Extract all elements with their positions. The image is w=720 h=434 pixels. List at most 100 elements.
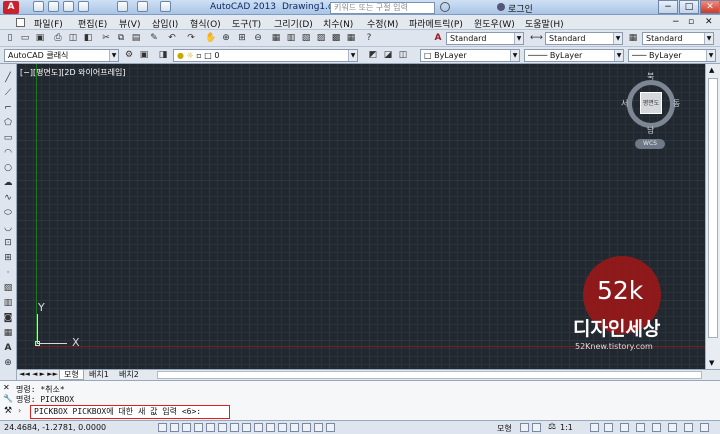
horizontal-scrollbar[interactable]: [157, 371, 702, 379]
insert-block-icon[interactable]: ⊡: [2, 237, 14, 249]
viewcube[interactable]: 평면도 북 남 서 동: [621, 71, 681, 136]
redo-icon[interactable]: ↷: [185, 32, 197, 44]
dim-style-icon[interactable]: ⟷: [530, 32, 543, 44]
table-style-icon[interactable]: ▦: [627, 32, 639, 44]
clean-screen-icon[interactable]: [700, 423, 709, 432]
gear-icon[interactable]: ⚙: [123, 49, 135, 61]
viewcube-south[interactable]: 남: [647, 125, 654, 136]
zoom-realtime-icon[interactable]: ⊕: [220, 32, 232, 44]
table-style-select[interactable]: Standard ▼: [642, 32, 714, 45]
drawing-canvas[interactable]: [−][평면도][2D 와이어프레임] Y X 평면도 북 남 서 동 WCS …: [17, 64, 705, 369]
menu-file[interactable]: 파일(F): [34, 17, 63, 30]
isolate-objects-icon[interactable]: [668, 423, 677, 432]
chevron-down-icon[interactable]: ▼: [614, 50, 623, 61]
quick-view-layouts-icon[interactable]: [520, 423, 529, 432]
revision-cloud-icon[interactable]: ☁: [2, 177, 14, 189]
menu-window[interactable]: 윈도우(W): [474, 17, 515, 30]
cut-icon[interactable]: ✂: [100, 32, 112, 44]
menu-draw[interactable]: 그리기(D): [274, 17, 313, 30]
login-label[interactable]: 로그인: [508, 2, 533, 15]
properties-icon[interactable]: ▦: [270, 32, 282, 44]
undo-icon[interactable]: ↶: [166, 32, 178, 44]
layer-state-icon[interactable]: ◫: [397, 49, 409, 61]
mtext-icon[interactable]: A: [2, 342, 14, 354]
close-button[interactable]: ✕: [700, 0, 720, 14]
open-icon[interactable]: ▭: [19, 32, 31, 44]
qat-save-icon[interactable]: [63, 1, 74, 12]
color-select[interactable]: □ ByLayer ▼: [420, 49, 520, 62]
object-snap-tracking-toggle[interactable]: [242, 423, 251, 432]
menu-minimize-icon[interactable]: −: [672, 17, 680, 27]
chevron-down-icon[interactable]: ▼: [613, 33, 622, 44]
scroll-up-icon[interactable]: ▲: [709, 66, 714, 74]
scroll-thumb[interactable]: [708, 78, 718, 338]
chevron-down-icon[interactable]: ▼: [109, 50, 118, 61]
pan-icon[interactable]: ✋: [205, 32, 217, 44]
save-icon[interactable]: ▣: [34, 32, 46, 44]
match-properties-icon[interactable]: ✎: [148, 32, 160, 44]
chevron-down-icon[interactable]: ▼: [510, 50, 519, 61]
region-icon[interactable]: ◙: [2, 312, 14, 324]
new-icon[interactable]: ▯: [4, 32, 16, 44]
selection-cycling-toggle[interactable]: [314, 423, 323, 432]
quick-properties-toggle[interactable]: [302, 423, 311, 432]
menu-view[interactable]: 뷰(V): [119, 17, 140, 30]
chevron-down-icon[interactable]: ▼: [348, 50, 357, 61]
autocad-logo-icon[interactable]: A: [3, 1, 19, 14]
chevron-down-icon[interactable]: ▼: [706, 50, 715, 61]
model-space-label[interactable]: 모형: [497, 423, 512, 434]
table-icon[interactable]: ▦: [2, 327, 14, 339]
paste-icon[interactable]: ▤: [130, 32, 142, 44]
workspace-switching-icon[interactable]: [620, 423, 629, 432]
allow-ucs-toggle[interactable]: [254, 423, 263, 432]
copy-icon[interactable]: ⧉: [115, 32, 127, 44]
markup-icon[interactable]: ▩: [330, 32, 342, 44]
calculator-icon[interactable]: ▦: [345, 32, 357, 44]
menu-restore-icon[interactable]: ▫: [688, 17, 694, 27]
menu-format[interactable]: 형식(O): [190, 17, 221, 30]
linetype-select[interactable]: ──── ByLayer ▼: [524, 49, 624, 62]
chevron-down-icon[interactable]: ▼: [704, 33, 713, 44]
quick-view-drawings-icon[interactable]: [532, 423, 541, 432]
rectangle-icon[interactable]: ▭: [2, 132, 14, 144]
object-snap-toggle[interactable]: [218, 423, 227, 432]
qat-plot-icon[interactable]: [117, 1, 128, 12]
menu-modify[interactable]: 수정(M): [367, 17, 398, 30]
tool-palettes-icon[interactable]: ▧: [300, 32, 312, 44]
dim-style-select[interactable]: Standard ▼: [545, 32, 623, 45]
3d-osnap-toggle[interactable]: [230, 423, 239, 432]
workspace-select[interactable]: AutoCAD 클래식 ▼: [4, 49, 119, 62]
infer-constraints-toggle[interactable]: [158, 423, 167, 432]
maximize-button[interactable]: □: [679, 0, 699, 14]
menu-dimension[interactable]: 치수(N): [323, 17, 353, 30]
make-block-icon[interactable]: ⊞: [2, 252, 14, 264]
help-icon[interactable]: ?: [363, 32, 375, 44]
line-icon[interactable]: ╱: [2, 72, 14, 84]
menu-edit[interactable]: 편집(E): [78, 17, 107, 30]
polygon-icon[interactable]: ⬠: [2, 117, 14, 129]
tab-layout1[interactable]: 배치1: [85, 370, 113, 380]
qat-open-icon[interactable]: [48, 1, 59, 12]
cmd-close-icon[interactable]: ✕: [3, 383, 10, 392]
viewcube-north[interactable]: 북: [647, 71, 654, 82]
ortho-mode-toggle[interactable]: [194, 423, 203, 432]
dynamic-input-toggle[interactable]: [266, 423, 275, 432]
menu-help[interactable]: 도움말(H): [525, 17, 564, 30]
hatch-icon[interactable]: ▨: [2, 282, 14, 294]
qat-new-icon[interactable]: [33, 1, 44, 12]
preview-icon[interactable]: ◫: [67, 32, 79, 44]
plot-icon[interactable]: ⎙: [52, 32, 64, 44]
qat-undo-icon[interactable]: [137, 1, 148, 12]
point-icon[interactable]: ·: [2, 267, 14, 279]
search-input[interactable]: 키워드 또는 구절 입력: [330, 2, 435, 14]
vertical-scrollbar[interactable]: ▲ ▼: [705, 64, 720, 369]
cmd-recent-icon[interactable]: ›: [18, 406, 21, 415]
grid-display-toggle[interactable]: [182, 423, 191, 432]
chevron-down-icon[interactable]: ▼: [514, 33, 523, 44]
binoculars-icon[interactable]: [440, 2, 450, 12]
wcs-button[interactable]: WCS: [635, 139, 665, 149]
sheet-set-icon[interactable]: ▨: [315, 32, 327, 44]
menu-tools[interactable]: 도구(T): [232, 17, 261, 30]
lock-icon[interactable]: [636, 423, 645, 432]
viewcube-west[interactable]: 서: [621, 98, 628, 109]
